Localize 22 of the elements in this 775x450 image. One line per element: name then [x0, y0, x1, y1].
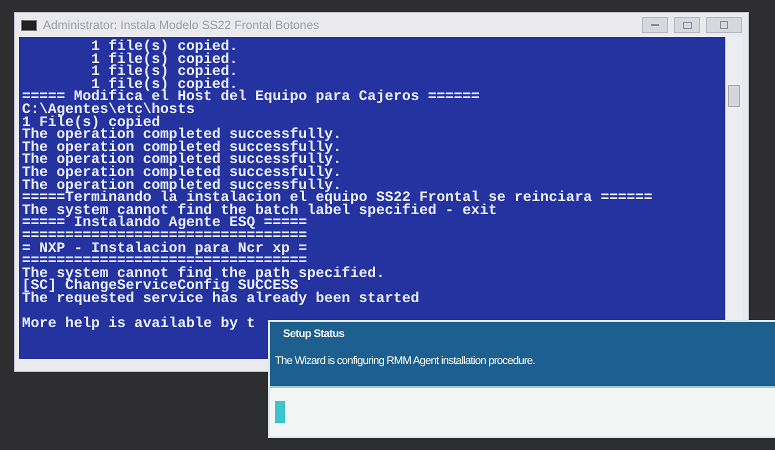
console-line: 1 file(s) copied.	[90, 41, 238, 54]
console-line: The operation completed successfully.	[22, 154, 342, 167]
maximize-button[interactable]	[674, 17, 700, 33]
console-line: =================================	[22, 230, 307, 242]
console-line: C:\Agentes\etc\hosts	[22, 104, 195, 117]
console-line: = NXP - Instalacion para Ncr xp =	[22, 242, 307, 256]
dialog-title: Setup Status	[282, 327, 346, 342]
console-line: ===== Modifica el Host del Equipo para Cajeros ======	[22, 91, 480, 104]
dialog-message: The Wizard is configuring RMM Agent installation procedure.	[275, 354, 536, 368]
console-line: [SC] ChangeServiceConfig SUCCESS	[22, 280, 298, 293]
minimize-button[interactable]	[642, 17, 668, 33]
console-line: 1 file(s) copied.	[90, 66, 238, 79]
console-line: 1 file(s) copied.	[90, 54, 238, 66]
console-line: ===== Instalando Agente ESQ =====	[22, 217, 307, 230]
close-button[interactable]	[706, 17, 742, 33]
console-icon	[21, 20, 37, 30]
window-title: Administrator: Instala Modelo SS22 Frontal Botones	[43, 17, 320, 34]
console-line: The requested service has already been started	[22, 292, 420, 306]
console-line: More help is available by t	[22, 318, 256, 331]
console-line: The operation completed successfully.	[22, 166, 342, 180]
scroll-thumb[interactable]	[728, 85, 740, 107]
console-line: The operation completed successfully.	[22, 129, 342, 142]
